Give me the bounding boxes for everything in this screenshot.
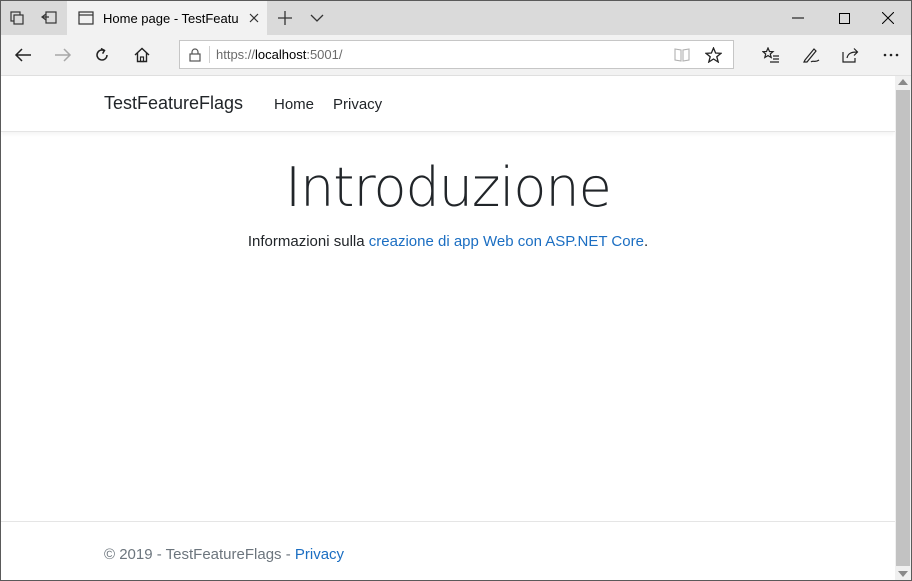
url-host: localhost — [255, 47, 307, 62]
url-scheme: https:// — [216, 47, 256, 62]
footer-text: © 2019 - TestFeatureFlags - Privacy — [104, 546, 344, 563]
tab-actions-icon[interactable] — [1, 1, 33, 35]
nav-link-privacy[interactable]: Privacy — [333, 96, 382, 113]
aspnet-core-link[interactable]: creazione di app Web con ASP.NET Core — [369, 233, 644, 250]
page-title: Introduzione — [285, 156, 612, 219]
site-footer: © 2019 - TestFeatureFlags - Privacy — [1, 521, 895, 580]
maximize-icon[interactable] — [821, 1, 867, 35]
browser-window: Home page - TestFeatur https://localhost… — [0, 0, 912, 581]
web-note-pen-icon[interactable] — [791, 35, 831, 75]
share-icon[interactable] — [831, 35, 871, 75]
scroll-up-arrow-icon[interactable] — [898, 79, 908, 85]
nav-link-home[interactable]: Home — [274, 96, 314, 113]
reading-view-icon[interactable] — [673, 46, 691, 64]
page-viewport: TestFeatureFlags Home Privacy Introduzio… — [1, 76, 895, 580]
scrollbar-thumb[interactable] — [896, 90, 910, 566]
tab-close-icon[interactable] — [245, 9, 263, 27]
navbar-brand[interactable]: TestFeatureFlags — [104, 93, 243, 114]
new-tab-icon[interactable] — [269, 1, 301, 35]
lock-icon[interactable] — [186, 46, 204, 64]
browser-toolbar: https://localhost:5001/ — [1, 35, 911, 76]
intro-paragraph: Informazioni sulla creazione di app Web … — [1, 233, 895, 250]
scroll-down-arrow-icon[interactable] — [898, 571, 908, 577]
site-navbar: TestFeatureFlags Home Privacy — [1, 76, 895, 132]
footer-copyright: © 2019 - TestFeatureFlags - — [104, 546, 295, 563]
more-options-icon[interactable] — [871, 35, 911, 75]
intro-text: Informazioni sulla — [247, 233, 369, 250]
refresh-icon[interactable] — [82, 35, 122, 75]
page-icon — [77, 9, 95, 27]
hero-section: Introduzione Informazioni sulla creazion… — [1, 156, 895, 250]
url-text[interactable]: https://localhost:5001/ — [216, 47, 343, 62]
vertical-scrollbar[interactable] — [895, 76, 911, 580]
address-separator — [209, 46, 210, 63]
tab-home-page[interactable]: Home page - TestFeatur — [67, 1, 267, 35]
tab-preview-chevron-icon[interactable] — [301, 1, 333, 35]
tab-title: Home page - TestFeatur — [103, 10, 239, 26]
minimize-icon[interactable] — [775, 1, 821, 35]
set-tabs-aside-icon[interactable] — [33, 1, 65, 35]
favorite-star-icon[interactable] — [703, 45, 723, 65]
intro-period: . — [643, 233, 649, 250]
favorites-hub-icon[interactable] — [751, 35, 791, 75]
footer-privacy-link[interactable]: Privacy — [295, 546, 344, 563]
back-icon[interactable] — [3, 35, 43, 75]
url-rest: :5001/ — [306, 47, 343, 62]
tab-strip: Home page - TestFeatur — [1, 1, 911, 35]
forward-icon[interactable] — [43, 35, 83, 75]
address-bar[interactable]: https://localhost:5001/ — [179, 40, 734, 69]
home-icon[interactable] — [122, 35, 162, 75]
window-close-icon[interactable] — [865, 1, 911, 35]
